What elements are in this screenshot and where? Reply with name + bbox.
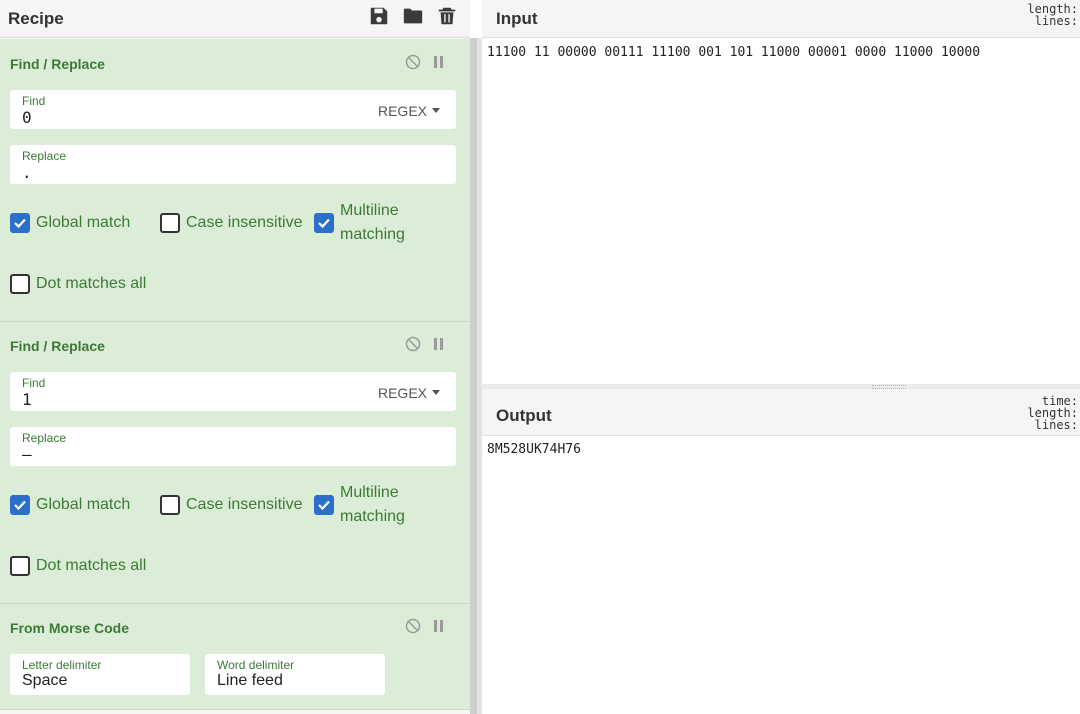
replace-field[interactable]: Replace – [10, 427, 456, 466]
regex-dropdown[interactable]: REGEX [378, 103, 440, 119]
checkbox-unchecked-icon [10, 556, 30, 576]
recipe-pane: Recipe Find / Replace Find 0 REGEX Repla… [0, 0, 470, 714]
dot-matches-all-label: Dot matches all [36, 275, 147, 292]
checkbox-unchecked-icon [160, 213, 180, 233]
letter-delimiter-value: Space [22, 672, 68, 689]
find-field[interactable]: Find 0 REGEX [10, 90, 456, 129]
regex-label: REGEX [377, 103, 427, 119]
global-match-label: Global match [36, 214, 131, 231]
multiline-label-line2: matching [340, 508, 405, 525]
replace-input[interactable]: . [22, 163, 32, 182]
multiline-label-line1: Multiline [340, 484, 399, 501]
checkbox-checked-icon [10, 213, 30, 233]
operation-title: From Morse Code [10, 620, 130, 636]
disable-icon[interactable] [405, 618, 421, 634]
multiline-label-line1: Multiline [340, 202, 399, 219]
pause-icon[interactable] [434, 56, 444, 68]
operation-controls [405, 336, 444, 352]
dot-matches-all-checkbox[interactable]: Dot matches all [10, 554, 146, 578]
input-title: Input [496, 9, 538, 28]
checkbox-unchecked-icon [10, 274, 30, 294]
regex-label: REGEX [377, 385, 427, 401]
output-stats: time: length: lines: [1027, 395, 1078, 431]
multiline-label: Multiline matching [340, 481, 405, 529]
disable-icon[interactable] [405, 54, 421, 70]
operation-find-replace-1: Find / Replace Find 0 REGEX Replace . Gl… [0, 39, 470, 322]
checkbox-checked-icon [10, 495, 30, 515]
global-match-label: Global match [36, 496, 131, 513]
operation-find-replace-2: Find / Replace Find 1 REGEX Replace – Gl… [0, 322, 470, 604]
replace-label: Replace [22, 431, 67, 445]
multiline-label-line2: matching [340, 226, 405, 243]
pause-icon[interactable] [434, 620, 444, 632]
output-lines-label: lines: [1034, 418, 1078, 432]
operation-title: Find / Replace [10, 56, 105, 72]
multiline-checkbox[interactable]: Multiline matching [314, 481, 405, 529]
letter-delimiter-select[interactable]: Letter delimiter Space [10, 654, 190, 695]
case-insensitive-checkbox[interactable]: Case insensitive [160, 493, 303, 517]
input-textarea[interactable]: 11100 11 00000 00111 11100 001 101 11000… [487, 45, 980, 60]
folder-icon[interactable] [402, 5, 424, 27]
caret-down-icon [432, 108, 440, 113]
pause-icon[interactable] [434, 338, 444, 350]
word-delimiter-select[interactable]: Word delimiter Line feed [205, 654, 385, 695]
output-header: Output time: length: lines: [482, 389, 1080, 436]
checkbox-checked-icon [314, 495, 334, 515]
disable-icon[interactable] [405, 336, 421, 352]
case-insensitive-label: Case insensitive [186, 496, 303, 513]
replace-label: Replace [22, 149, 67, 163]
vertical-splitter[interactable] [470, 38, 482, 714]
save-icon[interactable] [368, 5, 390, 27]
replace-field[interactable]: Replace . [10, 145, 456, 184]
recipe-toolbar [368, 5, 470, 27]
checkbox-checked-icon [314, 213, 334, 233]
recipe-title: Recipe [8, 9, 64, 28]
output-textarea[interactable]: 8M528UK74H76 [487, 442, 581, 457]
operation-from-morse-code: From Morse Code Letter delimiter Space W… [0, 604, 470, 710]
dot-matches-all-checkbox[interactable]: Dot matches all [10, 272, 146, 296]
case-insensitive-label: Case insensitive [186, 214, 303, 231]
input-lines-label: lines: [1034, 14, 1078, 28]
letter-delimiter-label: Letter delimiter [22, 658, 102, 672]
trash-icon[interactable] [436, 5, 458, 27]
find-label: Find [22, 94, 46, 108]
checkbox-unchecked-icon [160, 495, 180, 515]
global-match-checkbox[interactable]: Global match [10, 493, 130, 517]
operation-controls [405, 54, 444, 70]
global-match-checkbox[interactable]: Global match [10, 211, 130, 235]
multiline-label: Multiline matching [340, 199, 405, 247]
find-field[interactable]: Find 1 REGEX [10, 372, 456, 411]
find-input[interactable]: 0 [22, 108, 32, 127]
operation-controls [405, 618, 444, 634]
caret-down-icon [432, 390, 440, 395]
case-insensitive-checkbox[interactable]: Case insensitive [160, 211, 303, 235]
output-title: Output [496, 406, 552, 425]
recipe-header: Recipe [0, 0, 470, 38]
find-label: Find [22, 376, 46, 390]
replace-input[interactable]: – [22, 445, 32, 464]
input-header: Input length: lines: [482, 0, 1080, 38]
regex-dropdown[interactable]: REGEX [378, 385, 440, 401]
operation-title: Find / Replace [10, 338, 105, 354]
word-delimiter-value: Line feed [217, 672, 283, 689]
find-input[interactable]: 1 [22, 390, 32, 409]
dot-matches-all-label: Dot matches all [36, 557, 147, 574]
multiline-checkbox[interactable]: Multiline matching [314, 199, 405, 247]
word-delimiter-label: Word delimiter [217, 658, 295, 672]
input-stats: length: lines: [1027, 3, 1078, 27]
